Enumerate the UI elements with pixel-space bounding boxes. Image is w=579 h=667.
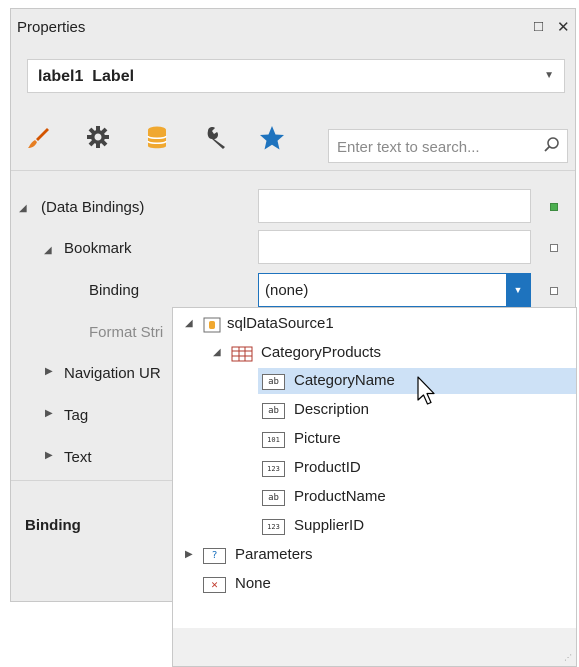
tree-field-label: CategoryName [294,372,395,389]
tree-node-label: sqlDataSource1 [227,315,334,332]
brush-icon[interactable] [21,125,55,159]
tree-field-label: SupplierID [294,517,365,534]
panel-title: Properties [17,19,86,36]
tree-field-description[interactable]: ab Description [258,397,558,423]
datasource-icon [203,316,223,333]
star-icon[interactable] [255,125,289,159]
tree-node-label: CategoryProducts [261,344,382,361]
tree-field-label: Description [294,401,370,418]
mouse-cursor-icon [417,376,435,405]
tree-node-parameters[interactable]: ▶ ? Parameters [185,542,485,568]
object-type: Label [92,68,135,85]
maximize-icon[interactable]: □ [534,18,543,35]
binding-marker[interactable] [550,244,558,252]
prop-data-bindings-value[interactable] [258,189,531,223]
object-name: label1 [38,68,84,85]
expand-triangle-icon[interactable]: ▶ [45,366,53,377]
database-icon[interactable] [140,125,174,159]
tree-node-datasource[interactable]: ◢ sqlDataSource1 [183,311,563,337]
prop-bookmark-label: Bookmark [64,240,132,257]
tree-field-supplier-id[interactable]: 123 SupplierID [258,513,558,539]
binding-marker-active[interactable] [550,203,558,211]
table-icon [231,345,253,362]
binding-marker[interactable] [550,287,558,295]
tree-field-product-name[interactable]: ab ProductName [258,484,558,510]
text-field-icon: ab [262,374,285,390]
prop-bookmark-value[interactable] [258,230,531,264]
tree-field-product-id[interactable]: 123 ProductID [258,455,558,481]
prop-binding-label: Binding [89,282,140,299]
prop-tag-label: Tag [64,407,89,424]
collapse-triangle-icon[interactable]: ◢ [213,340,221,366]
binding-selected-value: (none) [265,282,309,299]
description-title: Binding [25,517,81,534]
search-box[interactable] [328,129,568,163]
expand-triangle-icon[interactable]: ▶ [185,542,193,568]
tree-field-label: ProductName [294,488,386,505]
binary-field-icon: 101 [262,432,285,448]
close-icon[interactable]: ✕ [557,18,570,36]
parameters-icon: ? [203,548,226,564]
expand-triangle-icon[interactable]: ▶ [45,450,53,461]
collapse-triangle-icon[interactable]: ◢ [19,203,27,214]
prop-navigation-url-label: Navigation UR [64,365,161,382]
chevron-down-icon[interactable]: ▼ [544,70,554,81]
panel-titlebar: Properties □ ✕ [11,9,575,47]
resize-grip-icon[interactable]: ⋰ [564,653,572,662]
none-icon: ✕ [203,577,226,593]
prop-data-bindings-label: (Data Bindings) [41,199,145,216]
tree-field-label: ProductID [294,459,361,476]
number-field-icon: 123 [262,461,285,477]
text-field-icon: ab [262,403,285,419]
number-field-icon: 123 [262,519,285,535]
search-input[interactable] [335,135,535,159]
popup-footer: ⋰ [173,628,576,666]
collapse-triangle-icon[interactable]: ◢ [185,311,193,337]
wrench-icon[interactable] [200,125,234,159]
gear-icon[interactable] [81,125,115,159]
tree-field-picture[interactable]: 101 Picture [258,426,558,452]
prop-binding-value[interactable]: (none) ▼ [258,273,531,307]
text-field-icon: ab [262,490,285,506]
tree-node-label: None [235,575,271,592]
expand-triangle-icon[interactable]: ▶ [45,408,53,419]
tree-field-label: Picture [294,430,341,447]
object-selector-value: label1 Label [38,68,134,86]
object-selector[interactable]: label1 Label ▼ [27,59,565,93]
search-icon[interactable] [543,136,561,158]
prop-text-label: Text [64,449,92,466]
collapse-triangle-icon[interactable]: ◢ [44,245,52,256]
binding-dropdown-popup[interactable]: ◢ sqlDataSource1 ◢ CategoryProducts ab C… [172,307,577,667]
tree-node-label: Parameters [235,546,313,563]
toolbar-separator [11,170,575,171]
tree-node-none[interactable]: ✕ None [203,571,503,597]
chevron-down-icon[interactable]: ▼ [506,274,530,306]
prop-format-string-label: Format Stri [89,324,164,341]
tree-node-table[interactable]: ◢ CategoryProducts [211,340,571,366]
